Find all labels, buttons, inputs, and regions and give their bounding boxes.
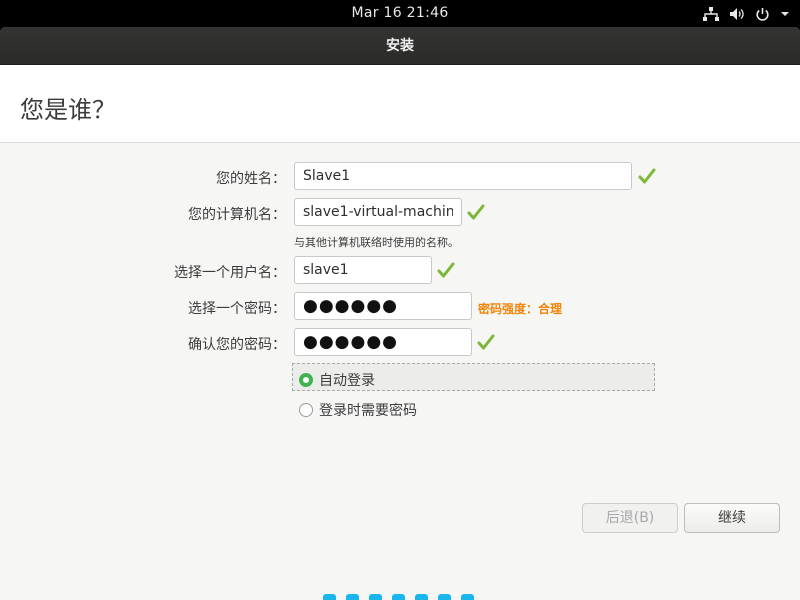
name-field[interactable] (294, 162, 632, 190)
autologin-label: 自动登录 (319, 373, 375, 389)
back-button[interactable]: 后退(B) (582, 503, 678, 533)
continue-button[interactable]: 继续 (684, 503, 780, 533)
confirm-password-field[interactable]: ●●●●●● (294, 328, 472, 356)
progress-dot (415, 594, 428, 600)
confirm-password-label: 确认您的密码： (188, 337, 286, 353)
computer-name-label: 您的计算机名： (188, 207, 286, 223)
volume-icon[interactable] (729, 5, 745, 23)
power-icon[interactable] (755, 5, 770, 23)
require-password-label: 登录时需要密码 (319, 403, 417, 419)
radio-unselected-icon[interactable] (299, 403, 313, 417)
confirm-password-mask: ●●●●●● (303, 332, 399, 352)
computer-name-hint: 与其他计算机联络时使用的名称。 (294, 236, 459, 249)
network-wired-icon[interactable] (703, 5, 719, 23)
clock[interactable]: Mar 16 21:46 (0, 5, 800, 21)
progress-dot (392, 594, 405, 600)
check-icon (437, 262, 455, 278)
chevron-down-icon[interactable] (780, 5, 790, 23)
page-header: 您是谁？ (0, 65, 800, 143)
autologin-radio[interactable]: 自动登录 (299, 370, 375, 390)
require-password-radio[interactable]: 登录时需要密码 (299, 400, 417, 420)
progress-dot (461, 594, 474, 600)
progress-dots (323, 594, 474, 600)
radio-selected-icon[interactable] (299, 373, 313, 387)
name-label: 您的姓名： (216, 171, 286, 187)
progress-dot (369, 594, 382, 600)
installer-window: 安装 您是谁？ 您的姓名： 您的计算机名： 与其他计算机联络时使用的名称。 选择… (0, 27, 800, 600)
page-title: 您是谁？ (20, 96, 116, 124)
progress-dot (346, 594, 359, 600)
check-icon (638, 168, 656, 184)
progress-dot (438, 594, 451, 600)
password-field[interactable]: ●●●●●● (294, 292, 472, 320)
window-titlebar[interactable]: 安装 (0, 27, 800, 65)
username-label: 选择一个用户名： (174, 265, 286, 281)
progress-dot (323, 594, 336, 600)
password-label: 选择一个密码： (188, 301, 286, 317)
check-icon (467, 204, 485, 220)
password-mask: ●●●●●● (303, 296, 399, 316)
top-bar: Mar 16 21:46 (0, 0, 800, 27)
computer-name-field[interactable] (294, 198, 462, 226)
check-icon (477, 334, 495, 350)
system-tray[interactable] (703, 4, 790, 24)
password-strength: 密码强度：合理 (478, 302, 563, 316)
username-field[interactable] (294, 256, 432, 284)
